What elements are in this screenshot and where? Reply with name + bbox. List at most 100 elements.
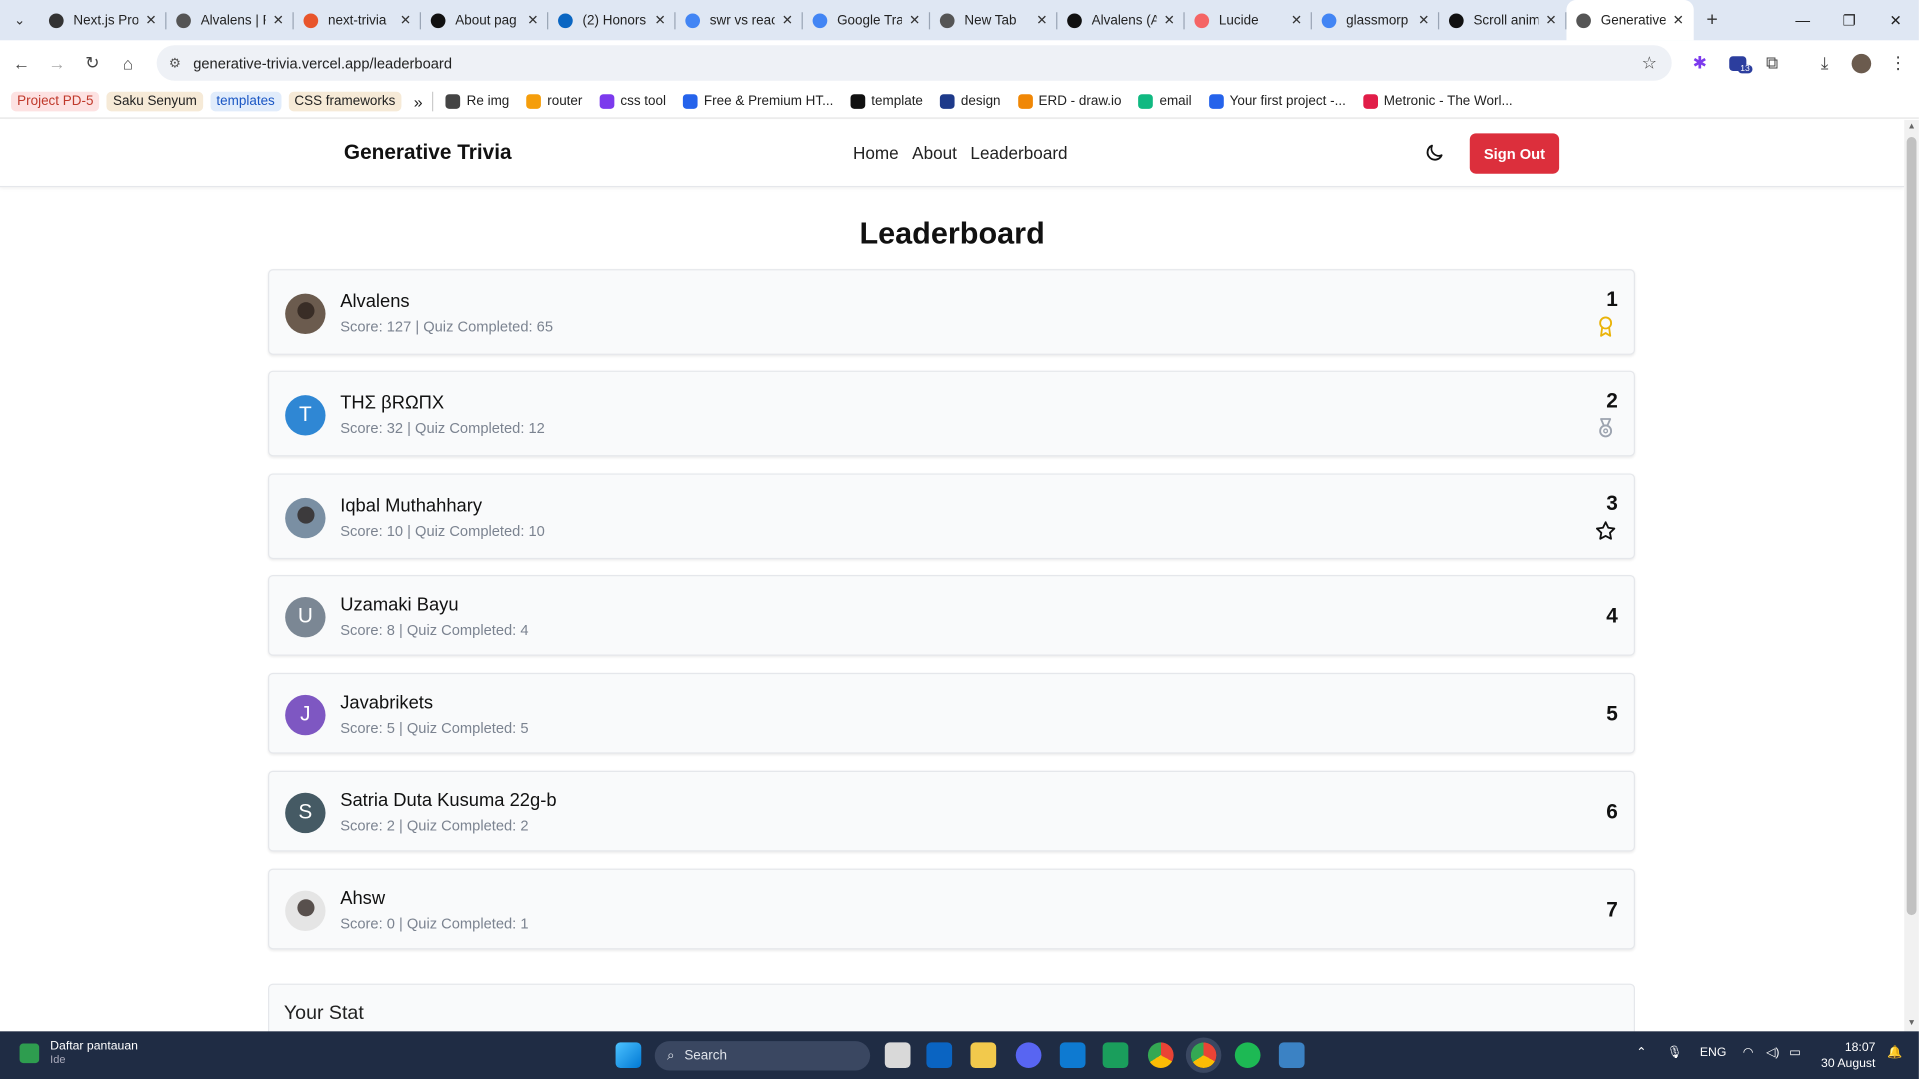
language-indicator[interactable]: ENG <box>1700 1046 1727 1059</box>
taskbar-search[interactable]: ⌕ Search <box>654 1041 871 1071</box>
reload-icon[interactable]: ↻ <box>75 40 110 85</box>
bookmark-link[interactable]: design <box>940 94 1001 109</box>
leaderboard-row[interactable]: S Satria Duta Kusuma 22g-b Score: 2 | Quiz… <box>268 770 1635 852</box>
tab-close-icon[interactable]: ✕ <box>909 12 920 28</box>
tab-close-icon[interactable]: ✕ <box>145 12 156 28</box>
bookmark-link[interactable]: Your first project -... <box>1208 94 1346 109</box>
browser-tab[interactable]: Google Tra ✕ <box>803 0 931 40</box>
chrome-icon[interactable] <box>1147 1042 1174 1069</box>
bookmark-folder-chip[interactable]: CSS frameworks <box>288 91 402 112</box>
tab-search-icon[interactable]: ⌄ <box>0 0 39 40</box>
bookmark-link[interactable]: css tool <box>599 94 666 109</box>
download-icon[interactable]: ⤓ <box>1808 40 1842 85</box>
leaderboard-row[interactable]: Iqbal Muthahhary Score: 10 | Quiz Complet… <box>268 473 1635 560</box>
bookmark-folder-chip[interactable]: templates <box>210 91 281 112</box>
tab-close-icon[interactable]: ✕ <box>1418 12 1429 28</box>
forward-icon[interactable]: → <box>39 40 74 85</box>
wifi-icon[interactable]: ◠ <box>1743 1046 1754 1059</box>
nav-leaderboard-link[interactable]: Leaderboard <box>970 143 1067 163</box>
bookmark-folder-chip[interactable]: Project PD-5 <box>11 91 100 112</box>
browser-tab[interactable]: Scroll anim ✕ <box>1439 0 1567 40</box>
start-icon[interactable] <box>615 1042 642 1069</box>
new-tab-button[interactable]: + <box>1694 0 1731 40</box>
nav-home-link[interactable]: Home <box>853 143 899 163</box>
home-icon[interactable]: ⌂ <box>110 40 145 85</box>
minimize-icon[interactable]: — <box>1779 0 1826 40</box>
bookmark-star-icon[interactable]: ☆ <box>1642 53 1657 74</box>
system-clock[interactable]: 18:07 30 August <box>1821 1040 1875 1072</box>
back-icon[interactable]: ← <box>4 40 39 85</box>
browser-tab[interactable]: Alvalens (A ✕ <box>1057 0 1185 40</box>
widgets-button[interactable]: Daftar pantauan Ide <box>19 1040 138 1066</box>
browser-tab[interactable]: next-trivia ✕ <box>294 0 421 40</box>
bookmark-link[interactable]: Metronic - The Worl... <box>1362 94 1513 109</box>
player-stats: Score: 127 | Quiz Completed: 65 <box>340 318 554 336</box>
tab-close-icon[interactable]: ✕ <box>1545 12 1556 28</box>
restore-icon[interactable]: ❐ <box>1826 0 1873 40</box>
address-bar[interactable]: ⚙ generative-trivia.vercel.app/leaderboa… <box>156 45 1672 81</box>
scrollbar-thumb[interactable] <box>1906 137 1917 916</box>
tab-close-icon[interactable]: ✕ <box>782 12 793 28</box>
volume-icon[interactable]: ◁) <box>1766 1046 1780 1059</box>
spotify-icon[interactable] <box>1234 1042 1261 1069</box>
leaderboard-row[interactable]: T ΤΗΣ βRΩΠΧ Score: 32 | Quiz Completed: 12… <box>268 370 1635 457</box>
outlook-icon[interactable] <box>926 1042 953 1069</box>
leaderboard-row[interactable]: U Uzamaki Bayu Score: 8 | Quiz Completed: … <box>268 574 1635 656</box>
bookmark-link[interactable]: email <box>1138 94 1192 109</box>
browser-tab[interactable]: About pag ✕ <box>421 0 549 40</box>
puzzle-icon[interactable]: ⧉ <box>1755 40 1789 85</box>
microphone-icon[interactable]: 🎙 <box>1667 1046 1683 1059</box>
tab-close-icon[interactable]: ✕ <box>1164 12 1175 28</box>
tab-close-icon[interactable]: ✕ <box>1291 12 1302 28</box>
bookmark-link[interactable]: router <box>526 94 582 109</box>
scroll-down-icon[interactable]: ▼ <box>1904 1017 1919 1032</box>
bookmark-link[interactable]: ERD - draw.io <box>1017 94 1122 109</box>
tab-close-icon[interactable]: ✕ <box>654 12 665 28</box>
extension-icon[interactable]: ✱ <box>1683 40 1717 85</box>
vscode-icon[interactable] <box>1059 1042 1086 1069</box>
browser-tab[interactable]: New Tab ✕ <box>930 0 1058 40</box>
tray-overflow-icon[interactable]: ⌃ <box>1636 1046 1646 1059</box>
battery-icon[interactable]: ▭ <box>1789 1046 1801 1059</box>
browser-tab[interactable]: (2) Honors ✕ <box>548 0 676 40</box>
chrome-menu-icon[interactable]: ⋮ <box>1881 40 1915 85</box>
tab-close-icon[interactable]: ✕ <box>1673 12 1684 28</box>
scroll-up-icon[interactable]: ▲ <box>1904 120 1919 135</box>
browser-tab[interactable]: Next.js Pro ✕ <box>39 0 167 40</box>
bookmark-link[interactable]: Free & Premium HT... <box>683 94 833 109</box>
bookmark-link[interactable]: Re img <box>445 94 509 109</box>
sign-out-button[interactable]: Sign Out <box>1469 133 1560 174</box>
browser-tab-active[interactable]: Generative ✕ <box>1566 0 1694 41</box>
avatar: J <box>285 694 326 735</box>
file-explorer-icon[interactable] <box>970 1042 997 1069</box>
tab-close-icon[interactable]: ✕ <box>273 12 284 28</box>
nav-about-link[interactable]: About <box>912 143 957 163</box>
notification-icon[interactable]: 🔔 <box>1887 1046 1902 1059</box>
player-stats: Score: 10 | Quiz Completed: 10 <box>340 522 545 540</box>
discord-icon[interactable] <box>1015 1042 1042 1069</box>
browser-tab[interactable]: glassmorp ✕ <box>1312 0 1440 40</box>
tab-close-icon[interactable]: ✕ <box>400 12 411 28</box>
chrome-active-icon[interactable] <box>1185 1037 1222 1073</box>
close-window-icon[interactable]: ✕ <box>1872 0 1919 40</box>
bookmark-folder-chip[interactable]: Saku Senyum <box>106 91 203 112</box>
moon-icon[interactable] <box>1423 142 1445 164</box>
task-view-icon[interactable] <box>884 1042 911 1069</box>
leaderboard-row[interactable]: J Javabrikets Score: 5 | Quiz Completed: 5… <box>268 672 1635 754</box>
notepad-icon[interactable] <box>1278 1042 1305 1069</box>
browser-tab[interactable]: swr vs reac ✕ <box>676 0 803 40</box>
browser-tab[interactable]: Lucide ✕ <box>1185 0 1312 40</box>
vscode-insiders-icon[interactable] <box>1102 1042 1129 1069</box>
site-info-icon[interactable]: ⚙ <box>169 55 181 71</box>
page-scrollbar[interactable]: ▲ ▼ <box>1904 119 1919 1032</box>
tab-close-icon[interactable]: ✕ <box>527 12 538 28</box>
tab-close-icon[interactable]: ✕ <box>1036 12 1047 28</box>
profile-avatar[interactable] <box>1844 40 1878 85</box>
leaderboard-row[interactable]: Alvalens Score: 127 | Quiz Completed: 65 1 <box>268 269 1635 355</box>
extension-badge-icon[interactable]: 13 <box>1721 40 1755 85</box>
bookmark-link[interactable]: template <box>850 94 923 109</box>
leaderboard-row[interactable]: Ahsw Score: 0 | Quiz Completed: 1 7 <box>268 868 1635 950</box>
browser-tab[interactable]: Alvalens | F ✕ <box>166 0 294 40</box>
site-brand[interactable]: Generative Trivia <box>344 141 512 165</box>
bookmarks-more-button[interactable]: » <box>414 92 423 110</box>
